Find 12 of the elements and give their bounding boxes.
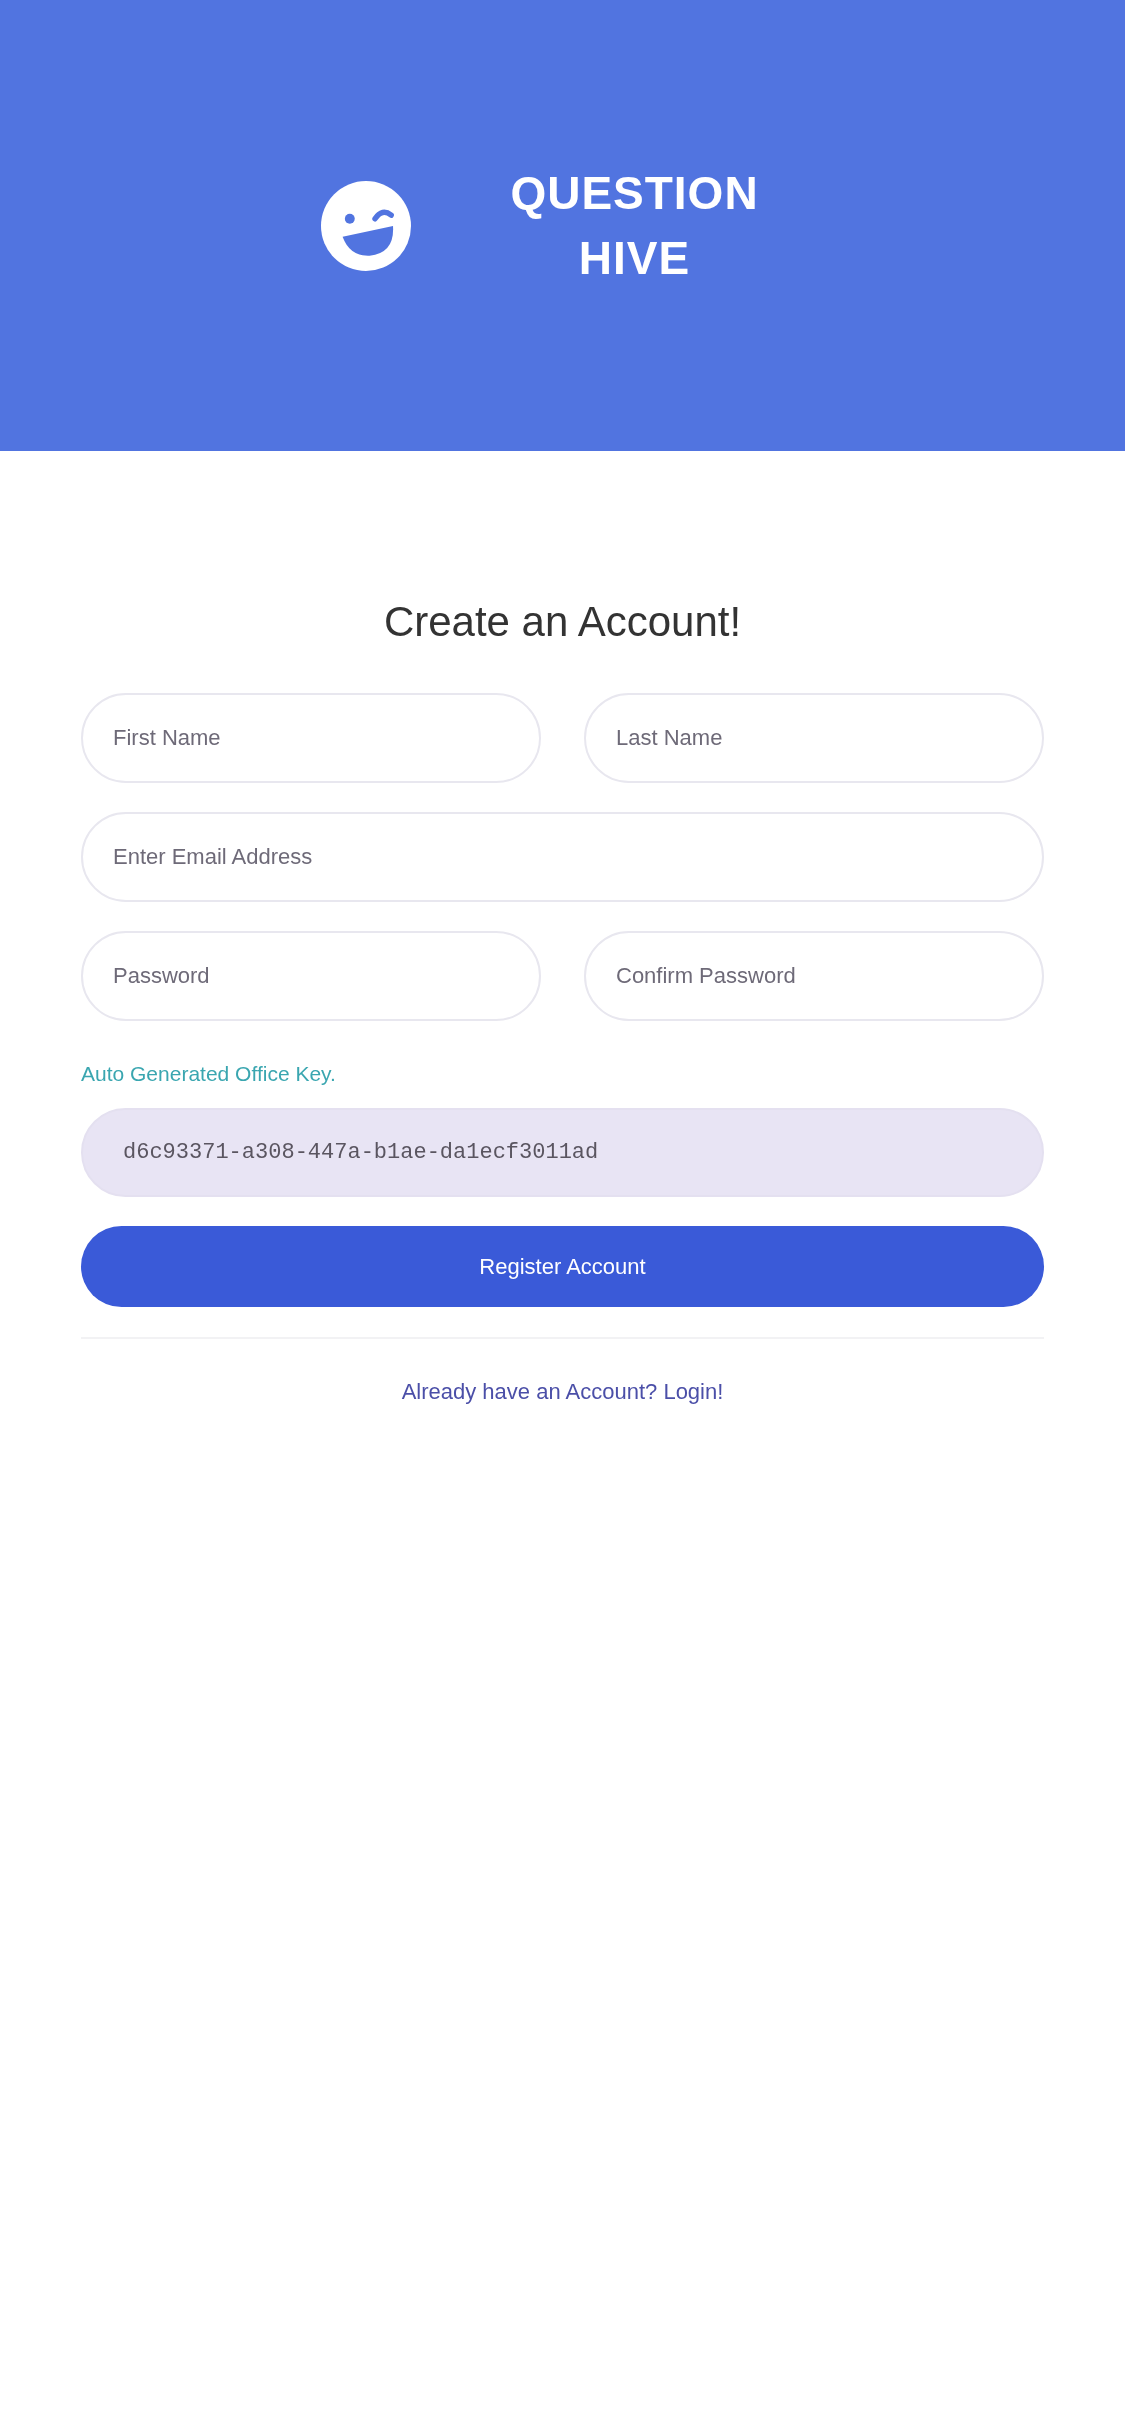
office-key-field[interactable]: d6c93371-a308-447a-b1ae-da1ecf3011ad bbox=[81, 1108, 1044, 1197]
winking-face-icon bbox=[320, 180, 411, 271]
office-key-label: Auto Generated Office Key. bbox=[81, 1061, 337, 1087]
text-input-field[interactable]: Password bbox=[81, 931, 541, 1021]
login-link[interactable]: Already have an Account? Login! bbox=[401, 1377, 724, 1407]
text-input-field[interactable]: First Name bbox=[81, 693, 541, 783]
register-account-button[interactable]: Register Account bbox=[81, 1226, 1044, 1307]
form-heading: Create an Account! bbox=[382, 597, 743, 647]
app-title: QUESTION HIVE bbox=[509, 165, 760, 286]
text-input-field[interactable]: Last Name bbox=[584, 693, 1044, 783]
text-input-field[interactable]: Enter Email Address bbox=[81, 812, 1044, 902]
text-input-field[interactable]: Confirm Password bbox=[584, 931, 1044, 1021]
